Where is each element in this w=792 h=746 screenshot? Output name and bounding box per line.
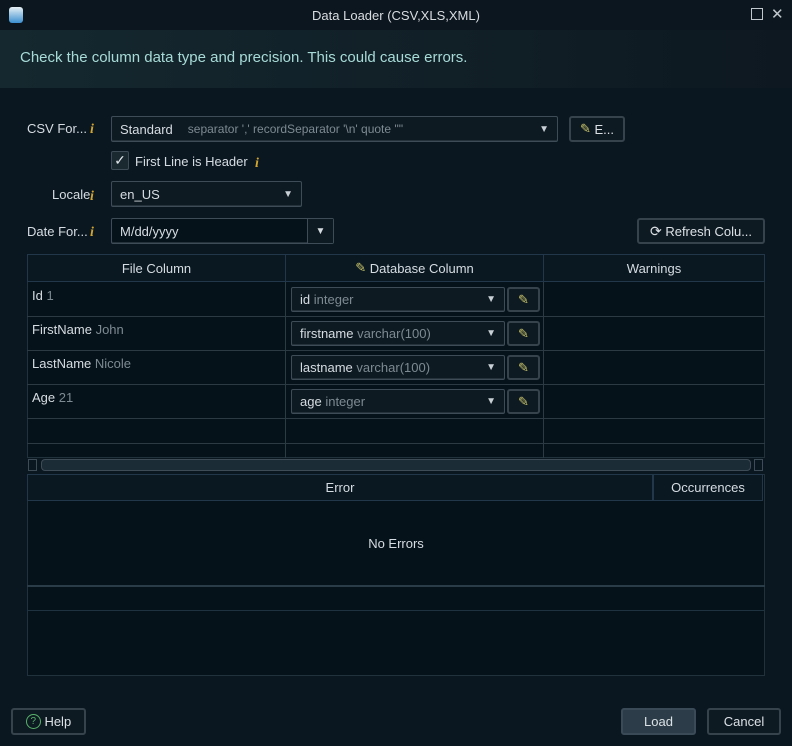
- chevron-down-icon: ▼: [486, 328, 496, 339]
- db-column-type: integer: [313, 292, 354, 307]
- refresh-icon: ⟳: [649, 222, 662, 239]
- scroll-right-button[interactable]: [754, 459, 763, 471]
- edit-column-button[interactable]: ✎: [507, 321, 540, 346]
- csv-format-select[interactable]: Standard separator ',' recordSeparator '…: [111, 116, 558, 142]
- maximize-button[interactable]: [751, 8, 763, 20]
- db-column-type: varchar(100): [357, 326, 431, 341]
- date-format-combo[interactable]: M/dd/yyyy ▼: [111, 218, 334, 244]
- csv-format-label: CSV For...: [27, 121, 87, 136]
- chevron-down-icon[interactable]: ▼: [307, 219, 333, 243]
- file-column-sample: Nicole: [94, 356, 131, 371]
- header-file-column[interactable]: File Column: [27, 254, 286, 282]
- file-column-name: Age: [32, 390, 56, 405]
- scroll-left-button[interactable]: [28, 459, 37, 471]
- cancel-button[interactable]: Cancel: [707, 708, 781, 735]
- header-error[interactable]: Error: [27, 474, 653, 501]
- date-format-label: Date For...: [27, 224, 88, 239]
- load-button[interactable]: Load: [621, 708, 696, 735]
- db-column-type: varchar(100): [356, 360, 431, 375]
- pencil-icon: ✎: [579, 121, 591, 136]
- edit-column-button[interactable]: ✎: [507, 389, 540, 414]
- refresh-label: Refresh Colu...: [665, 223, 753, 239]
- db-column-name: lastname: [300, 360, 353, 375]
- header-warnings[interactable]: Warnings: [543, 254, 765, 282]
- pencil-icon: ✎: [518, 325, 529, 341]
- date-format-value: M/dd/yyyy: [120, 223, 179, 239]
- csv-format-detail: separator ',' recordSeparator '\n' quote…: [187, 122, 404, 136]
- file-column-cell: Id 1: [32, 288, 54, 303]
- locale-label: Locale: [52, 187, 91, 202]
- horizontal-scrollbar[interactable]: [41, 459, 751, 471]
- info-icon[interactable]: i: [255, 156, 259, 172]
- file-column-name: Id: [32, 288, 43, 303]
- file-column-name: FirstName: [32, 322, 92, 337]
- db-column-type: integer: [325, 394, 366, 409]
- db-column-name: firstname: [300, 326, 354, 341]
- edit-column-button[interactable]: ✎: [507, 355, 540, 380]
- chevron-down-icon: ▼: [486, 362, 496, 373]
- first-line-header-checkbox[interactable]: ✓: [111, 151, 129, 170]
- chevron-down-icon: ▼: [486, 396, 496, 407]
- pencil-icon: ✎: [518, 359, 529, 375]
- header-database-column[interactable]: ✎ Database Column: [285, 254, 544, 282]
- database-column-select[interactable]: age integer ▼: [291, 389, 505, 414]
- database-column-select[interactable]: id integer ▼: [291, 287, 505, 312]
- locale-value: en_US: [120, 186, 160, 202]
- edit-csv-format-button[interactable]: ✎ E...: [569, 116, 625, 142]
- instruction-banner: Check the column data type and precision…: [0, 30, 792, 88]
- close-button[interactable]: ✕: [771, 5, 784, 23]
- help-label: Help: [44, 714, 72, 729]
- db-column-name: age: [300, 394, 322, 409]
- file-column-cell: Age 21: [32, 390, 73, 405]
- file-column-cell: LastName Nicole: [32, 356, 131, 371]
- chevron-down-icon: ▼: [283, 188, 293, 200]
- file-column-sample: John: [95, 322, 124, 337]
- info-icon[interactable]: i: [90, 225, 94, 241]
- errors-table: [27, 474, 765, 676]
- file-column-name: LastName: [32, 356, 92, 371]
- db-column-name: id: [300, 292, 311, 307]
- pencil-icon: ✎: [518, 393, 529, 409]
- header-occurrences[interactable]: Occurrences: [653, 474, 763, 501]
- chevron-down-icon: ▼: [539, 123, 549, 135]
- database-column-select[interactable]: firstname varchar(100) ▼: [291, 321, 505, 346]
- database-column-select[interactable]: lastname varchar(100) ▼: [291, 355, 505, 380]
- file-column-cell: FirstName John: [32, 322, 124, 337]
- file-column-sample: 1: [46, 288, 54, 303]
- window-title: Data Loader (CSV,XLS,XML): [312, 8, 480, 23]
- file-column-sample: 21: [58, 390, 74, 405]
- pencil-icon: ✎: [355, 260, 367, 275]
- csv-format-value: Standard: [120, 121, 173, 137]
- info-icon[interactable]: i: [90, 189, 94, 205]
- help-button[interactable]: ? Help: [11, 708, 86, 735]
- chevron-down-icon: ▼: [486, 294, 496, 305]
- refresh-columns-button[interactable]: ⟳ Refresh Colu...: [637, 218, 765, 244]
- info-icon[interactable]: i: [90, 122, 94, 138]
- header-label: Database Column: [369, 260, 474, 276]
- locale-select[interactable]: en_US ▼: [111, 181, 302, 207]
- banner-message: Check the column data type and precision…: [20, 49, 468, 66]
- pencil-icon: ✎: [518, 291, 529, 307]
- help-icon: ?: [25, 714, 41, 729]
- no-errors-message: No Errors: [368, 536, 424, 551]
- edit-label: E...: [594, 121, 615, 137]
- first-line-header-label: First Line is Header: [135, 154, 248, 169]
- edit-column-button[interactable]: ✎: [507, 287, 540, 312]
